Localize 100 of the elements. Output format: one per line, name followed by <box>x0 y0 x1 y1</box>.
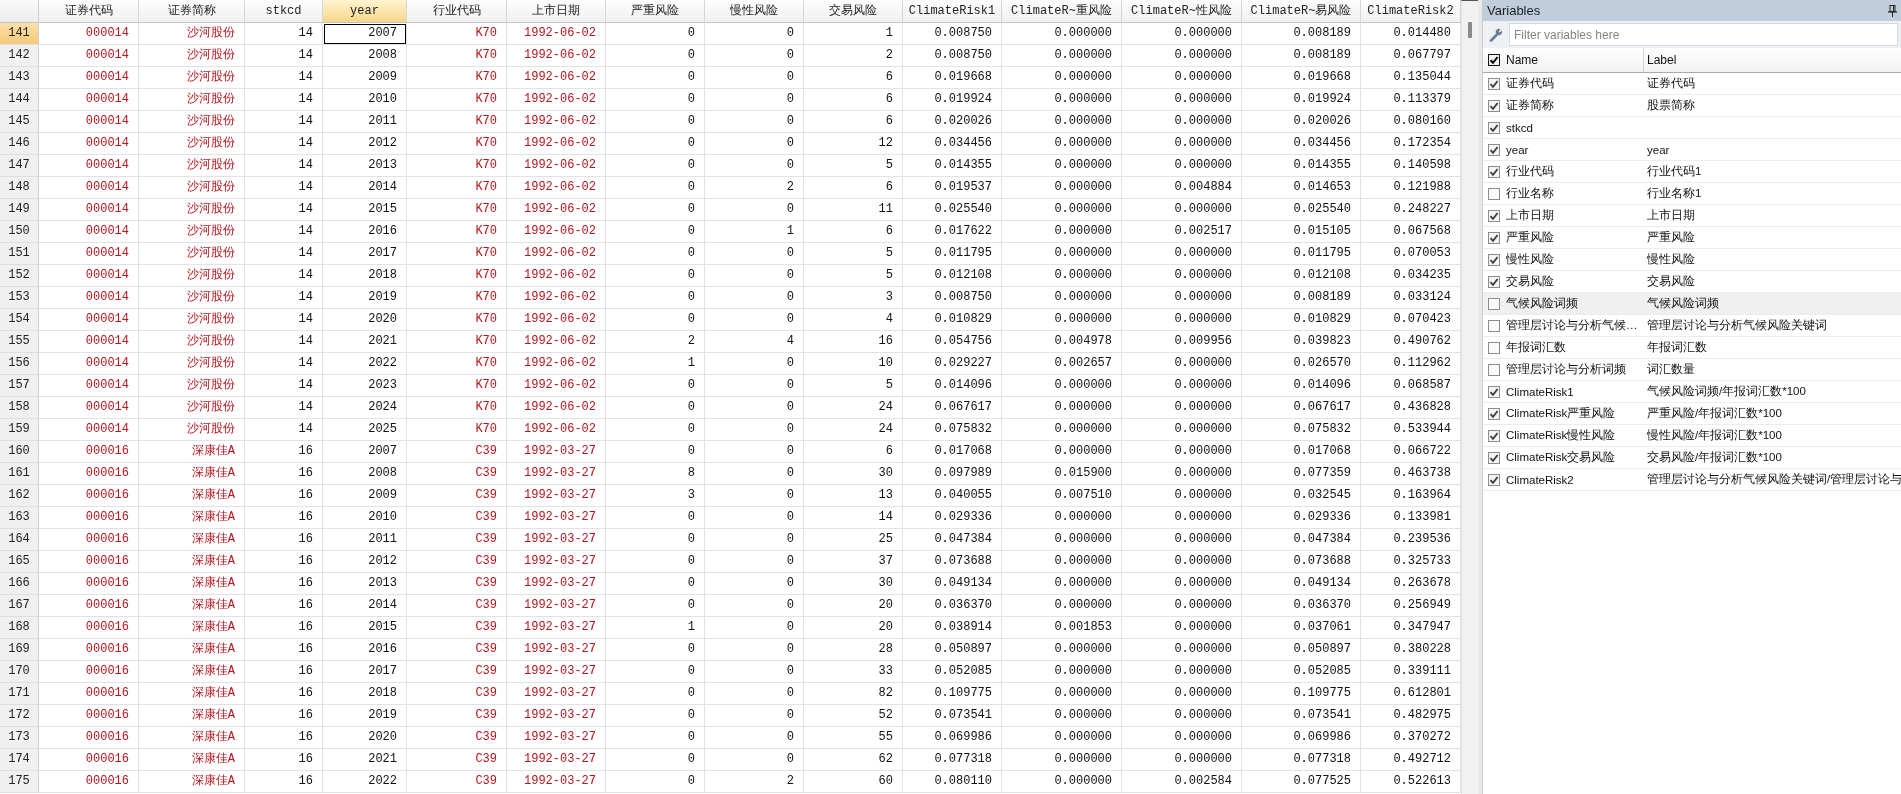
row-number[interactable]: 168 <box>0 617 39 639</box>
scroll-thumb[interactable] <box>1468 22 1472 38</box>
checkbox[interactable] <box>1488 275 1500 288</box>
row-number[interactable]: 165 <box>0 551 39 573</box>
checkbox[interactable] <box>1488 121 1500 134</box>
row-number[interactable]: 163 <box>0 507 39 529</box>
checkbox[interactable] <box>1488 407 1500 420</box>
row-number[interactable]: 153 <box>0 287 39 309</box>
vertical-scrollbar[interactable] <box>1461 0 1478 794</box>
column-header[interactable]: stkcd <box>245 0 323 23</box>
variable-row[interactable]: ClimateRisk1 气候风险词频/年报词汇数*100 <box>1483 381 1901 403</box>
column-header[interactable]: 上市日期 <box>507 0 606 23</box>
column-header[interactable]: 行业代码 <box>407 0 507 23</box>
checkbox[interactable] <box>1488 429 1500 442</box>
table-cell: 16 <box>245 639 323 661</box>
checkbox[interactable] <box>1488 231 1500 244</box>
variable-row[interactable]: ClimateRisk严重风险 严重风险/年报词汇数*100 <box>1483 403 1901 425</box>
variable-row[interactable]: stkcd <box>1483 117 1901 139</box>
column-header[interactable]: ClimateR~易风险 <box>1242 0 1361 23</box>
checkbox[interactable] <box>1488 297 1500 310</box>
variable-row[interactable]: 管理层讨论与分析词频 词汇数量 <box>1483 359 1901 381</box>
row-number[interactable]: 144 <box>0 89 39 111</box>
variable-row[interactable]: 管理层讨论与分析气候… 管理层讨论与分析气候风险关键词 <box>1483 315 1901 337</box>
row-number[interactable]: 174 <box>0 749 39 771</box>
row-number[interactable]: 160 <box>0 441 39 463</box>
row-number[interactable]: 155 <box>0 331 39 353</box>
checkbox[interactable] <box>1488 473 1500 486</box>
row-number[interactable]: 142 <box>0 45 39 67</box>
column-header[interactable]: ClimateRisk2 <box>1361 0 1461 23</box>
row-number[interactable]: 156 <box>0 353 39 375</box>
row-number[interactable]: 171 <box>0 683 39 705</box>
variable-row[interactable]: 证券简称 股票简称 <box>1483 95 1901 117</box>
variable-row[interactable]: 行业代码 行业代码1 <box>1483 161 1901 183</box>
checkbox[interactable] <box>1488 385 1500 398</box>
row-number[interactable]: 167 <box>0 595 39 617</box>
checkbox[interactable] <box>1488 451 1500 464</box>
row-number[interactable]: 154 <box>0 309 39 331</box>
row-number[interactable]: 158 <box>0 397 39 419</box>
variable-row[interactable]: 慢性风险 慢性风险 <box>1483 249 1901 271</box>
column-header[interactable]: ClimateRisk1 <box>903 0 1002 23</box>
row-number[interactable]: 150 <box>0 221 39 243</box>
row-number[interactable]: 143 <box>0 67 39 89</box>
row-number[interactable]: 145 <box>0 111 39 133</box>
column-header[interactable]: 证券代码 <box>39 0 139 23</box>
column-header[interactable]: 慢性风险 <box>705 0 804 23</box>
variable-row[interactable]: 上市日期 上市日期 <box>1483 205 1901 227</box>
column-header[interactable]: 证券简称 <box>139 0 245 23</box>
checkbox[interactable] <box>1488 363 1500 376</box>
select-all-checkbox[interactable] <box>1488 54 1500 66</box>
column-header[interactable]: ClimateR~重风险 <box>1002 0 1122 23</box>
checkbox[interactable] <box>1488 77 1500 90</box>
checkbox[interactable] <box>1488 187 1500 200</box>
table-cell: 0.109775 <box>903 683 1002 705</box>
row-number[interactable]: 146 <box>0 133 39 155</box>
table-cell: 1992-03-27 <box>507 771 606 793</box>
variable-row[interactable]: 行业名称 行业名称1 <box>1483 183 1901 205</box>
column-header[interactable]: 严重风险 <box>606 0 705 23</box>
wrench-icon[interactable] <box>1489 27 1503 42</box>
row-number[interactable]: 169 <box>0 639 39 661</box>
column-header[interactable]: 交易风险 <box>804 0 903 23</box>
row-number[interactable]: 173 <box>0 727 39 749</box>
checkbox[interactable] <box>1488 99 1500 112</box>
checkbox[interactable] <box>1488 341 1500 354</box>
variable-row[interactable]: year year <box>1483 139 1901 161</box>
checkbox[interactable] <box>1488 253 1500 266</box>
column-header[interactable]: ClimateR~性风险 <box>1122 0 1242 23</box>
variable-row[interactable]: ClimateRisk慢性风险 慢性风险/年报词汇数*100 <box>1483 425 1901 447</box>
row-number[interactable]: 172 <box>0 705 39 727</box>
row-number[interactable]: 164 <box>0 529 39 551</box>
row-number[interactable]: 157 <box>0 375 39 397</box>
column-header[interactable]: Label <box>1643 48 1901 72</box>
checkbox[interactable] <box>1488 143 1500 156</box>
filter-field[interactable]: Filter variables here <box>1509 23 1898 46</box>
row-number[interactable]: 175 <box>0 771 39 793</box>
row-number[interactable]: 141 <box>0 23 39 45</box>
checkbox[interactable] <box>1488 165 1500 178</box>
variable-row[interactable]: ClimateRisk2 管理层讨论与分析气候风险关键词/管理层讨论与 <box>1483 469 1901 491</box>
table-cell: 0.000000 <box>1122 23 1242 45</box>
row-number[interactable]: 148 <box>0 177 39 199</box>
row-number[interactable]: 161 <box>0 463 39 485</box>
column-header[interactable]: year <box>323 0 407 23</box>
variable-row[interactable]: 证券代码 证券代码 <box>1483 73 1901 95</box>
row-number[interactable]: 170 <box>0 661 39 683</box>
table-cell: 0.015900 <box>1002 463 1122 485</box>
checkbox[interactable] <box>1488 319 1500 332</box>
row-number[interactable]: 152 <box>0 265 39 287</box>
column-header[interactable]: Name <box>1505 48 1643 72</box>
variable-row[interactable]: 严重风险 严重风险 <box>1483 227 1901 249</box>
checkbox[interactable] <box>1488 209 1500 222</box>
row-number[interactable]: 166 <box>0 573 39 595</box>
row-number[interactable]: 162 <box>0 485 39 507</box>
row-number[interactable]: 149 <box>0 199 39 221</box>
row-number[interactable]: 159 <box>0 419 39 441</box>
row-number[interactable]: 147 <box>0 155 39 177</box>
variable-row[interactable]: 气候风险词频 气候风险词频 <box>1483 293 1901 315</box>
pin-icon[interactable] <box>1888 4 1897 17</box>
row-number[interactable]: 151 <box>0 243 39 265</box>
variable-row[interactable]: ClimateRisk交易风险 交易风险/年报词汇数*100 <box>1483 447 1901 469</box>
variable-row[interactable]: 年报词汇数 年报词汇数 <box>1483 337 1901 359</box>
table-cell: 1992-06-02 <box>507 221 606 243</box>
